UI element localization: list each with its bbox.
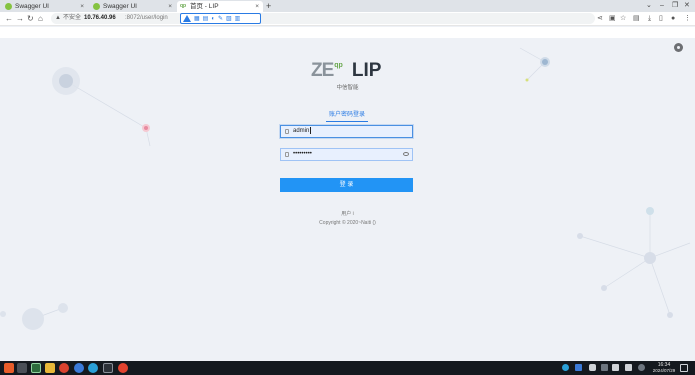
close-window-icon[interactable]: ✕ (684, 0, 690, 12)
close-tab-icon[interactable]: × (168, 1, 172, 12)
tab-title: Swagger UI (103, 3, 137, 10)
notification-icon[interactable] (680, 364, 688, 372)
login-button[interactable]: 登 录 (280, 178, 413, 192)
file-manager-icon[interactable] (45, 363, 55, 373)
home-icon[interactable]: ⌂ (38, 13, 43, 25)
tab-search-icon[interactable]: ⌄ (646, 0, 652, 12)
page-header-strip (0, 27, 695, 38)
clock-date: 2024/07/29 (652, 368, 676, 373)
start-menu-icon[interactable] (4, 363, 14, 373)
tab-title: 首页 - LIP (190, 3, 219, 10)
address-bar[interactable]: ▲ 不安全 10.76.40.96 :8072/user/login (51, 13, 595, 24)
chrome-icon[interactable] (59, 363, 69, 373)
tray-app-icon[interactable] (575, 364, 582, 371)
ext-tool-icon[interactable]: ▤ (203, 15, 209, 22)
login-page: ZE qp LIP 中信智能 账户密码登录 admin ••••••••• 登 … (0, 38, 695, 361)
terminal-icon[interactable] (103, 363, 113, 373)
menu-icon[interactable]: ⋮ (684, 13, 691, 24)
browser-tab-swagger-1[interactable]: Swagger UI × (2, 1, 88, 12)
chrome-icon[interactable] (118, 363, 128, 373)
close-tab-icon[interactable]: × (80, 1, 84, 12)
ext-tool-icon[interactable]: ▦ (194, 15, 200, 22)
warning-icon: ▲ (55, 15, 61, 21)
bookmark-star-icon[interactable]: ☆ (620, 13, 626, 24)
extension-toolbar[interactable]: ▦ ▤ ◐ ✎ ▧ ▥ (180, 13, 261, 24)
password-input[interactable]: ••••••••• (280, 148, 413, 161)
translate-icon[interactable]: ▣ (609, 13, 616, 24)
tray-app-icon[interactable] (562, 364, 569, 371)
extension-icon[interactable]: ▤ (633, 13, 640, 24)
back-icon[interactable]: ← (5, 13, 13, 25)
multitask-view-icon[interactable] (17, 363, 27, 373)
minimize-icon[interactable]: – (660, 0, 664, 12)
ext-tool-icon[interactable]: ▧ (226, 15, 232, 22)
tab-account-password-login[interactable]: 账户密码登录 (326, 109, 368, 122)
swagger-icon (5, 3, 12, 10)
new-tab-button[interactable]: + (266, 0, 271, 12)
system-clock[interactable]: 16:34 2024/07/29 (651, 362, 677, 374)
volume-icon[interactable] (625, 364, 632, 371)
power-icon[interactable] (638, 364, 645, 371)
extension-logo-icon (183, 15, 191, 22)
ext-tool-icon[interactable]: ◐ (211, 16, 215, 22)
ext-tool-icon[interactable]: ✎ (218, 15, 223, 22)
show-password-eye-icon[interactable] (403, 152, 409, 156)
app-store-icon[interactable] (88, 363, 98, 373)
browser-tab-swagger-2[interactable]: Swagger UI × (90, 1, 176, 12)
browser-tab-lip[interactable]: qp 首页 - LIP × (177, 1, 263, 12)
footer-user-link[interactable]: 用户 i (0, 210, 695, 217)
logo-product: LIP (351, 60, 382, 81)
share-icon[interactable]: ⋖ (597, 13, 603, 24)
url-path: :8072/user/login (125, 15, 168, 21)
browser-tab-strip: Swagger UI × Swagger UI × qp 首页 - LIP × … (0, 0, 695, 12)
network-icon[interactable] (612, 364, 619, 371)
username-input[interactable]: admin (280, 125, 413, 138)
logo-brand: ZE (311, 60, 334, 81)
url-host: 10.76.40.96 (84, 15, 116, 21)
username-value: admin (293, 128, 310, 134)
browser-toolbar: ← → ↻ ⌂ ▲ 不安全 10.76.40.96 :8072/user/log… (0, 12, 695, 26)
browser-app-icon[interactable] (31, 363, 41, 373)
input-method-icon[interactable] (601, 364, 608, 371)
tab-title: Swagger UI (15, 3, 49, 10)
download-icon[interactable]: ⤓ (648, 13, 651, 24)
settings-gear-icon[interactable] (674, 43, 683, 52)
swagger-icon (93, 3, 100, 10)
ext-tool-icon[interactable]: ▥ (235, 15, 241, 22)
maximize-icon[interactable]: ❐ (672, 0, 678, 12)
company-subtitle: 中信智能 (336, 85, 359, 91)
password-value: ••••••••• (293, 151, 312, 157)
forward-icon[interactable]: → (16, 13, 24, 25)
text-caret (310, 126, 312, 134)
cloud-icon[interactable] (589, 364, 596, 371)
settings-app-icon[interactable] (74, 363, 84, 373)
logo-brand-sup: qp (334, 62, 343, 69)
reload-icon[interactable]: ↻ (27, 13, 34, 25)
app-logo: ZE qp LIP (311, 61, 381, 81)
security-label: 不安全 (63, 15, 82, 21)
sidebar-icon[interactable]: ▯ (659, 13, 663, 24)
close-tab-icon[interactable]: × (255, 1, 259, 12)
footer-copyright: Copyright © 2020~Naiti () (319, 220, 376, 226)
lip-icon: qp (180, 3, 187, 9)
lock-icon (285, 152, 289, 157)
profile-icon[interactable]: ● (671, 13, 675, 24)
user-icon (285, 129, 289, 134)
os-taskbar: 16:34 2024/07/29 (0, 361, 695, 375)
